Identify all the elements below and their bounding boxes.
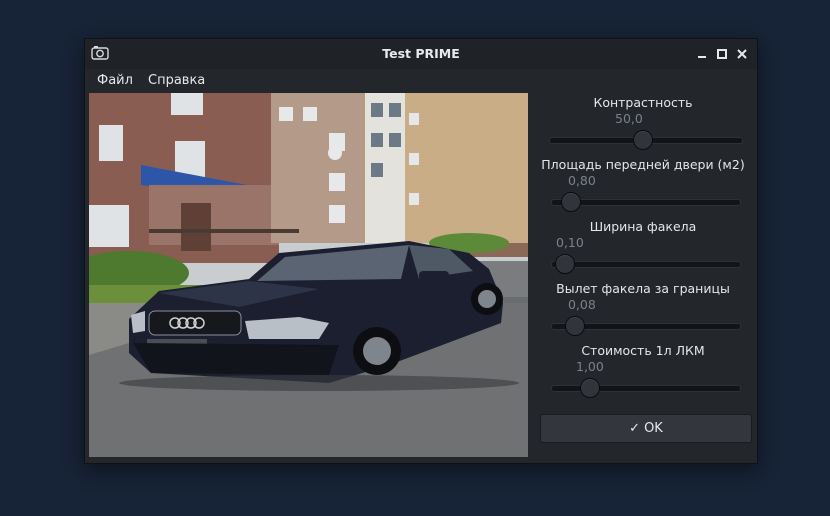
ok-button-label: OK — [644, 421, 663, 436]
menu-bar: Файл Справка — [85, 69, 757, 91]
slider-door-area-handle[interactable] — [561, 192, 581, 212]
checkmark-icon: ✓ — [629, 421, 641, 436]
slider-contrast-handle[interactable] — [633, 130, 654, 150]
app-window: Test PRIME Файл Справка Контрастность 50… — [84, 38, 758, 464]
slider-torch-overspray-handle[interactable] — [564, 316, 585, 336]
slider-door-area-value: 0,80 — [568, 173, 596, 188]
slider-paint-cost-value: 1,00 — [576, 359, 604, 374]
window-title: Test PRIME — [382, 46, 460, 61]
slider-torch-width-value: 0,10 — [556, 235, 584, 250]
title-bar[interactable]: Test PRIME — [85, 39, 757, 69]
slider-contrast-label: Контрастность — [593, 95, 693, 110]
slider-paint-cost-handle[interactable] — [580, 378, 600, 398]
slider-door-area-label: Площадь передней двери (м2) — [541, 157, 745, 172]
slider-torch-overspray-value: 0,08 — [568, 297, 596, 312]
slider-contrast-value: 50,0 — [615, 111, 643, 126]
slider-torch-overspray-label: Вылет факела за границы — [556, 281, 730, 296]
settings-panel: Контрастность 50,0 Площадь передней двер… — [529, 93, 757, 463]
close-button[interactable] — [735, 47, 749, 61]
slider-torch-width-handle[interactable] — [555, 254, 576, 274]
car-photo — [89, 93, 528, 457]
slider-paint-cost-label: Стоимость 1л ЛКМ — [581, 343, 705, 358]
ok-button[interactable]: ✓ OK — [540, 414, 752, 443]
maximize-button[interactable] — [715, 47, 729, 61]
minimize-button[interactable] — [695, 47, 709, 61]
menu-file[interactable]: Файл — [97, 73, 133, 88]
slider-torch-width-track[interactable] — [551, 261, 741, 268]
slider-torch-width-label: Ширина факела — [589, 219, 697, 234]
menu-help[interactable]: Справка — [148, 73, 205, 88]
car-photo-image — [89, 93, 528, 457]
